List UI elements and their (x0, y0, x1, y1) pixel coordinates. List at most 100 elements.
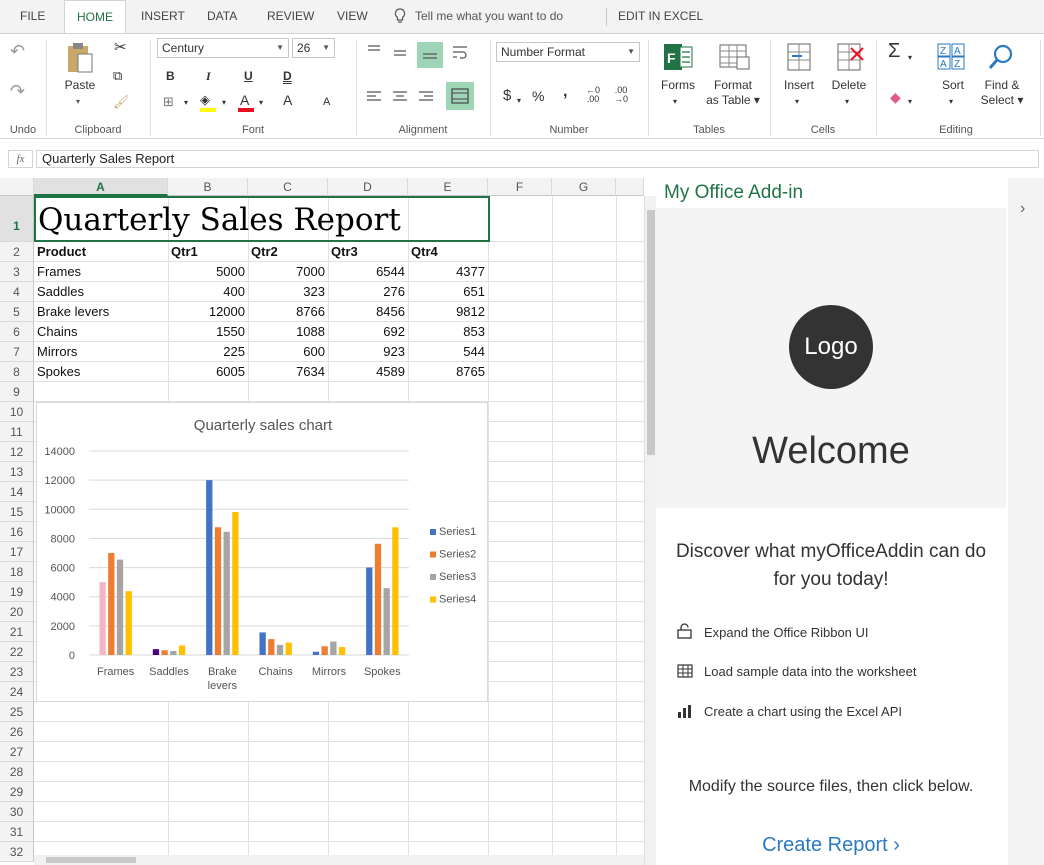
table-cell[interactable]: 1088 (248, 322, 328, 342)
insert-button[interactable]: Insert (779, 78, 819, 93)
row-header-25[interactable]: 25 (0, 702, 34, 722)
grow-font-button[interactable]: A (283, 92, 292, 108)
table-cell[interactable]: 12000 (168, 302, 248, 322)
horizontal-scrollbar[interactable] (34, 855, 644, 865)
header-cell-qtr4[interactable]: Qtr4 (411, 242, 487, 262)
tab-insert[interactable]: INSERT (139, 0, 187, 33)
table-cell[interactable]: Mirrors (37, 342, 167, 362)
forms-icon[interactable]: F (662, 42, 694, 72)
font-color-button[interactable]: A (240, 92, 249, 108)
clear-icon[interactable]: ◆ (890, 90, 901, 105)
row-header-5[interactable]: 5 (0, 302, 34, 322)
column-header-g[interactable]: G (552, 178, 616, 196)
table-cell[interactable]: Frames (37, 262, 167, 282)
header-cell-qtr2[interactable]: Qtr2 (251, 242, 327, 262)
vertical-scroll-thumb[interactable] (647, 210, 655, 455)
formula-input[interactable]: Quarterly Sales Report (36, 150, 1039, 168)
bold-button[interactable]: B (166, 69, 175, 83)
align-center-icon[interactable] (392, 90, 408, 102)
row-header-12[interactable]: 12 (0, 442, 34, 462)
tab-data[interactable]: DATA (205, 0, 239, 33)
row-header-15[interactable]: 15 (0, 502, 34, 522)
table-cell[interactable]: Chains (37, 322, 167, 342)
copy-icon[interactable]: ⧉ (113, 68, 122, 83)
row-header-10[interactable]: 10 (0, 402, 34, 422)
row-header-29[interactable]: 29 (0, 782, 34, 802)
increase-decimal-button[interactable]: ←0 .00 (586, 86, 600, 104)
table-cell[interactable]: Saddles (37, 282, 167, 302)
row-header-18[interactable]: 18 (0, 562, 34, 582)
insert-cells-icon[interactable] (784, 42, 814, 72)
row-header-17[interactable]: 17 (0, 542, 34, 562)
align-right-icon[interactable] (418, 90, 434, 102)
row-header-27[interactable]: 27 (0, 742, 34, 762)
align-bottom-button[interactable] (417, 42, 443, 68)
row-header-8[interactable]: 8 (0, 362, 34, 382)
align-top-icon[interactable] (366, 44, 382, 56)
row-header-31[interactable]: 31 (0, 822, 34, 842)
table-cell[interactable]: 4377 (408, 262, 488, 282)
tab-file[interactable]: FILE (18, 0, 47, 33)
table-cell[interactable]: 7000 (248, 262, 328, 282)
table-cell[interactable]: Spokes (37, 362, 167, 382)
find-icon[interactable] (986, 42, 1016, 72)
row-header-28[interactable]: 28 (0, 762, 34, 782)
select-all-corner[interactable] (0, 178, 34, 196)
merge-center-button[interactable] (446, 82, 474, 110)
table-cell[interactable]: 8765 (408, 362, 488, 382)
table-cell[interactable]: 6544 (328, 262, 408, 282)
borders-icon[interactable]: ⊞ (163, 94, 174, 109)
table-cell[interactable]: 544 (408, 342, 488, 362)
currency-button[interactable]: $ (503, 88, 511, 103)
tab-review[interactable]: REVIEW (265, 0, 316, 33)
format-painter-icon[interactable]: 🖌 (113, 94, 130, 109)
column-header-c[interactable]: C (248, 178, 328, 196)
forms-button[interactable]: Forms (658, 78, 698, 93)
chevron-down-icon[interactable]: ▾ (908, 94, 912, 109)
table-cell[interactable]: 323 (248, 282, 328, 302)
column-header-a[interactable]: A (34, 178, 168, 196)
row-header-2[interactable]: 2 (0, 242, 34, 262)
row-header-7[interactable]: 7 (0, 342, 34, 362)
header-cell-qtr1[interactable]: Qtr1 (171, 242, 247, 262)
table-cell[interactable]: 8766 (248, 302, 328, 322)
number-format-select[interactable]: Number Format ▼ (496, 42, 640, 62)
chevron-down-icon[interactable]: ▾ (908, 50, 912, 65)
sort-icon[interactable]: Z AA Z (936, 42, 966, 72)
row-header-4[interactable]: 4 (0, 282, 34, 302)
table-cell[interactable]: 4589 (328, 362, 408, 382)
chevron-down-icon[interactable]: ▾ (259, 95, 263, 110)
wrap-text-icon[interactable] (451, 44, 469, 62)
row-header-14[interactable]: 14 (0, 482, 34, 502)
find-select-button[interactable]: Find & (978, 78, 1026, 93)
table-cell[interactable]: 923 (328, 342, 408, 362)
autosum-button[interactable]: Σ (888, 41, 900, 61)
table-cell[interactable]: 600 (248, 342, 328, 362)
row-header-16[interactable]: 16 (0, 522, 34, 542)
chevron-down-icon[interactable]: ▾ (795, 94, 799, 109)
decrease-decimal-button[interactable]: .00 →0 (614, 86, 628, 104)
table-cell[interactable]: 853 (408, 322, 488, 342)
paste-icon[interactable] (64, 42, 96, 76)
column-header-d[interactable]: D (328, 178, 408, 196)
font-name-select[interactable]: Century ▼ (157, 38, 289, 58)
column-header-b[interactable]: B (168, 178, 248, 196)
delete-cells-icon[interactable] (834, 42, 866, 72)
fill-color-icon[interactable]: ◈ (200, 92, 210, 107)
sort-button[interactable]: Sort (933, 78, 973, 93)
header-cell-qtr3[interactable]: Qtr3 (331, 242, 407, 262)
find-select-label-2[interactable]: Select ▾ (978, 93, 1026, 108)
row-header-11[interactable]: 11 (0, 422, 34, 442)
table-cell[interactable]: 276 (328, 282, 408, 302)
function-icon[interactable]: fx (8, 150, 33, 168)
header-cell-product[interactable]: Product (37, 242, 167, 262)
column-header-e[interactable]: E (408, 178, 488, 196)
tab-view[interactable]: VIEW (335, 0, 370, 33)
table-cell[interactable]: 8456 (328, 302, 408, 322)
double-underline-button[interactable]: D (283, 69, 292, 83)
table-cell[interactable]: 225 (168, 342, 248, 362)
chevron-down-icon[interactable]: ▾ (845, 94, 849, 109)
row-header-1[interactable]: 1 (0, 196, 34, 242)
column-header-h[interactable] (616, 178, 644, 196)
chevron-down-icon[interactable]: ▾ (76, 94, 80, 109)
